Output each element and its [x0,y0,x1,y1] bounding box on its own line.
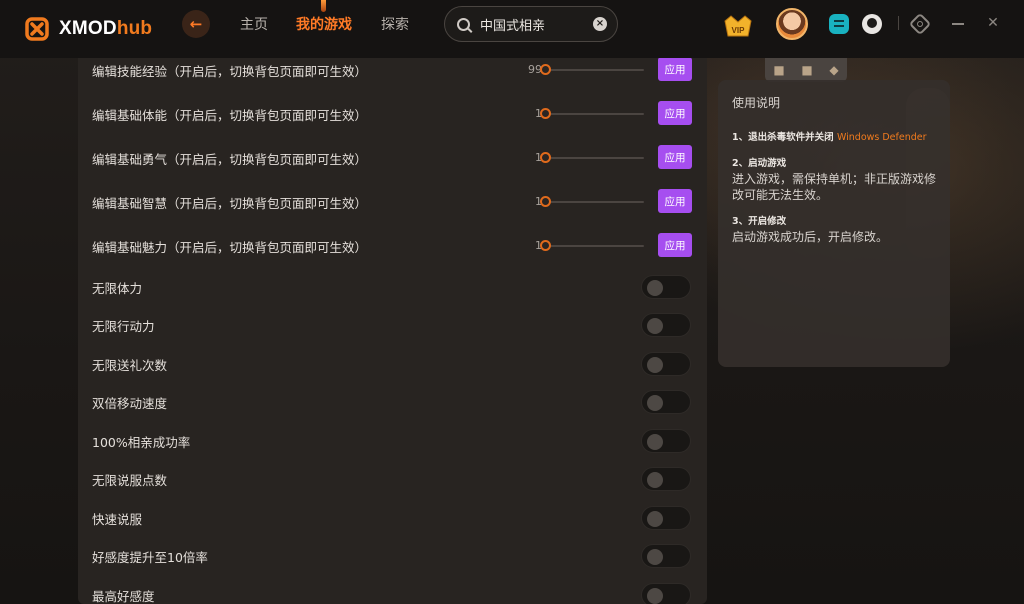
qq-icon[interactable] [862,14,882,34]
toggle-switch[interactable] [641,544,691,568]
apply-button[interactable]: 应用 [658,57,692,81]
help-step-3: 3、开启修改 启动游戏成功后，开启修改。 [732,215,936,245]
help-step-heading: 2、启动游戏 [732,158,787,169]
apply-button[interactable]: 应用 [658,101,692,125]
toggle-row: 无限行动力 [92,310,692,340]
slider-knob[interactable] [540,64,551,75]
slider-track[interactable] [542,245,644,247]
help-title: 使用说明 [732,96,781,110]
search-box[interactable]: × [444,6,618,42]
divider [898,16,899,30]
slider-value: 99 [528,63,542,76]
search-icon [457,17,470,31]
slider-track[interactable] [542,201,644,203]
slider-row-skill-exp: 编辑技能经验（开启后，切换背包页面即可生效） 99 应用 [92,55,692,85]
help-step-1: 1、退出杀毒软件并关闭 Windows Defender [732,131,936,145]
top-bar: XMODhub ← 主页 我的游戏 探索 × VIP ✕ [0,0,1024,58]
close-icon[interactable]: ✕ [986,16,1000,30]
option-label: 编辑基础勇气（开启后，切换背包页面即可生效） [92,151,368,167]
slider-track[interactable] [542,157,644,159]
option-label: 无限说服点数 [92,472,168,488]
app-logo[interactable]: XMODhub [24,16,152,42]
slider-knob[interactable] [540,152,551,163]
toggle-switch[interactable] [641,429,691,453]
option-label: 编辑基础魅力（开启后，切换背包页面即可生效） [92,239,368,255]
option-label: 最高好感度 [92,588,155,604]
toggle-switch[interactable] [641,313,691,337]
help-step-heading: 1、退出杀毒软件并关闭 Windows Defender [732,131,936,145]
toggle-row: 双倍移动速度 [92,387,692,417]
logo-icon [25,17,49,41]
toggle-row: 最高好感度 [92,580,692,604]
help-step-text: 1、退出杀毒软件并关闭 [732,132,834,143]
logo-suffix: hub [116,18,153,39]
apply-button[interactable]: 应用 [658,189,692,213]
slider-row-stamina: 编辑基础体能（开启后，切换背包页面即可生效） 1 应用 [92,99,692,129]
toggle-row: 无限送礼次数 [92,349,692,379]
minimize-icon[interactable] [952,23,964,25]
game-art-badges: ■ ■ ◆ [765,58,847,82]
discord-icon[interactable] [829,14,849,34]
toggle-row: 好感度提升至10倍率 [92,541,692,571]
nav-explore[interactable]: 探索 [381,0,409,48]
toggle-switch[interactable] [641,506,691,530]
toggle-switch[interactable] [641,390,691,414]
arrow-left-icon: ← [189,15,203,33]
settings-icon[interactable] [908,12,932,36]
back-button[interactable]: ← [182,10,210,38]
option-label: 快速说服 [92,511,143,527]
toggle-switch[interactable] [641,352,691,376]
slider-track[interactable] [542,113,644,115]
option-label: 无限送礼次数 [92,357,168,373]
logo-text: XMODhub [59,18,152,40]
option-label: 编辑基础体能（开启后，切换背包页面即可生效） [92,107,368,123]
option-label: 无限行动力 [92,318,155,334]
slider-value: 1 [535,239,542,252]
slider-value: 1 [535,151,542,164]
help-step-body: 进入游戏，需保持单机；非正版游戏修改可能无法生效。 [732,172,937,202]
slider-value: 1 [535,195,542,208]
nav-home[interactable]: 主页 [240,0,268,48]
help-step-body: 启动游戏成功后，开启修改。 [732,230,889,244]
option-label: 编辑技能经验（开启后，切换背包页面即可生效） [92,63,368,79]
cheat-options-panel: 编辑技能经验（开启后，切换背包页面即可生效） 99 应用 编辑基础体能（开启后，… [78,48,707,604]
clear-icon[interactable]: × [593,17,607,31]
avatar[interactable] [776,8,808,40]
slider-value: 1 [535,107,542,120]
toggle-switch[interactable] [641,467,691,491]
apply-button[interactable]: 应用 [658,145,692,169]
logo-main: XMOD [59,18,117,39]
option-label: 无限体力 [92,280,143,296]
car-icon: ■ [801,63,813,77]
apply-button[interactable]: 应用 [658,233,692,257]
option-label: 编辑基础智慧（开启后，切换背包页面即可生效） [92,195,368,211]
slider-knob[interactable] [540,196,551,207]
option-label: 双倍移动速度 [92,395,168,411]
search-input[interactable] [480,16,590,32]
help-step-heading: 3、开启修改 [732,216,787,227]
slider-row-courage: 编辑基础勇气（开启后，切换背包页面即可生效） 1 应用 [92,143,692,173]
slider-knob[interactable] [540,240,551,251]
toggle-switch[interactable] [641,583,691,604]
option-label: 好感度提升至10倍率 [92,549,208,565]
slider-row-charm: 编辑基础魅力（开启后，切换背包页面即可生效） 1 应用 [92,231,692,261]
toggle-row: 100%相亲成功率 [92,426,692,456]
help-step-2: 2、启动游戏 进入游戏，需保持单机；非正版游戏修改可能无法生效。 [732,157,936,203]
gem-icon: ◆ [829,63,839,77]
usage-instructions-panel: 使用说明 1、退出杀毒软件并关闭 Windows Defender 2、启动游戏… [718,80,950,367]
option-label: 100%相亲成功率 [92,434,191,450]
toggle-row: 快速说服 [92,503,692,533]
treasure-icon: ■ [773,63,785,77]
windows-defender-link: Windows Defender [836,132,927,143]
vip-crown-icon[interactable]: VIP [722,11,754,41]
svg-text:VIP: VIP [732,26,746,35]
active-tab-indicator [321,0,326,12]
slider-track[interactable] [542,69,644,71]
slider-knob[interactable] [540,108,551,119]
slider-row-wisdom: 编辑基础智慧（开启后，切换背包页面即可生效） 1 应用 [92,187,692,217]
toggle-switch[interactable] [641,275,691,299]
toggle-row: 无限说服点数 [92,464,692,494]
toggle-row: 无限体力 [92,272,692,302]
